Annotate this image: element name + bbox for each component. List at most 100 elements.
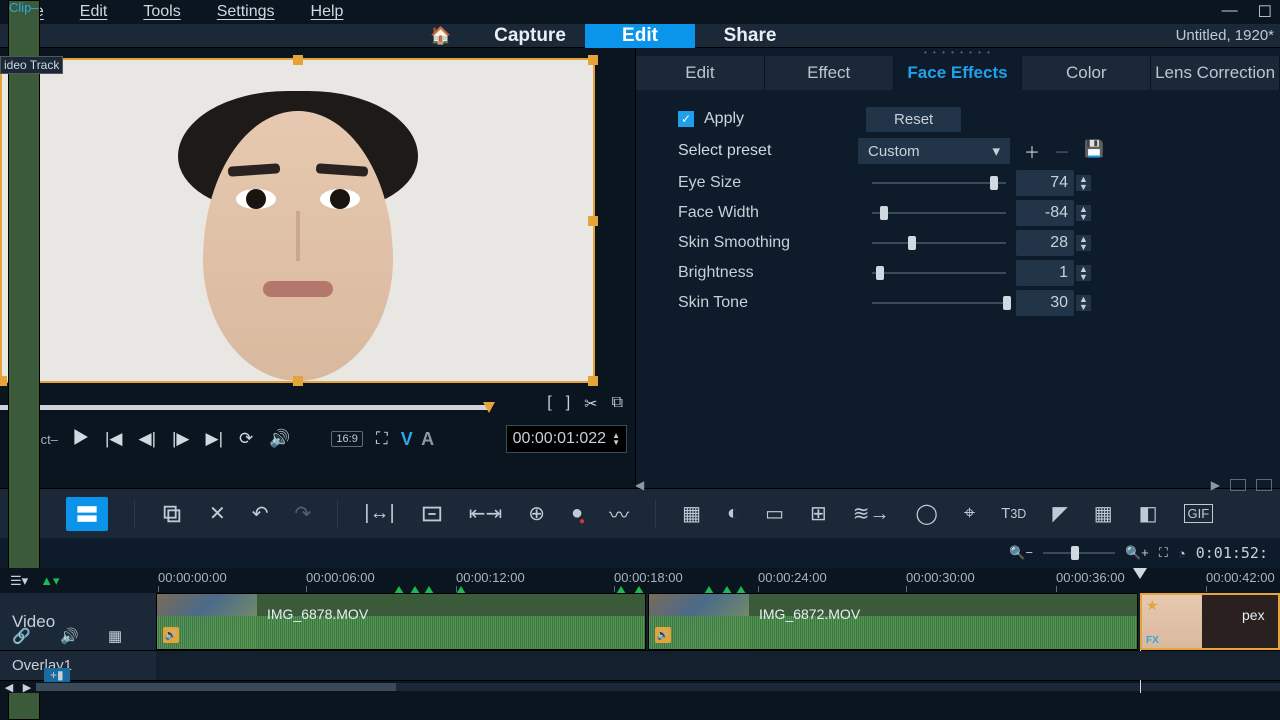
zoom-in-icon[interactable]: 🔍+ (1125, 545, 1149, 561)
menu-help[interactable]: Help (293, 3, 362, 21)
scroll-thumb[interactable] (36, 683, 396, 691)
track-grid-icon[interactable]: ▦ (108, 627, 122, 645)
timeline-clip[interactable]: 🔊 IMG_6872.MOV (648, 593, 1138, 650)
remove-preset-icon[interactable]: － (1054, 139, 1070, 163)
eye-size-value[interactable]: 74 (1016, 170, 1074, 196)
workspace-capture[interactable]: Capture (475, 24, 585, 48)
track-mute-icon[interactable]: 🔊 (60, 627, 79, 645)
tab-effect[interactable]: Effect (765, 56, 894, 90)
tab-face-effects[interactable]: Face Effects (894, 56, 1023, 90)
workspace-edit[interactable]: Edit (585, 24, 695, 48)
link-icon[interactable]: 🔗 (12, 627, 31, 645)
skin-tone-value[interactable]: 30 (1016, 290, 1074, 316)
add-preset-icon[interactable]: ＋ (1024, 139, 1040, 163)
spin-down[interactable]: ▼ (1076, 183, 1091, 191)
menu-tools[interactable]: Tools (125, 3, 198, 21)
ripple-edit-icon[interactable]: |↔| (364, 502, 394, 525)
time-remap-icon[interactable]: ▦ (1094, 501, 1113, 526)
timecode-display[interactable]: 00:00:01:022 ▲▼ (506, 425, 627, 453)
panel-collapse-left[interactable]: ◀ (635, 478, 644, 492)
spin-down[interactable]: ▼ (1076, 213, 1091, 221)
add-track-badge[interactable]: +▮ (44, 668, 70, 682)
panel-layout-b[interactable] (1256, 479, 1272, 491)
timeline-ruler[interactable]: ☰▾ ▲▾ 00:00:00:00 00:00:06:00 00:00:12:0… (0, 568, 1280, 593)
loop-button[interactable]: ⟳ (236, 429, 256, 449)
spin-down[interactable]: ▼ (1076, 273, 1091, 281)
minimize-button[interactable]: — (1222, 2, 1238, 22)
mark-in-icon[interactable]: [ (547, 394, 551, 414)
menu-settings[interactable]: Settings (199, 3, 293, 21)
split-screen-icon[interactable]: ⊞ (810, 501, 827, 526)
tab-lens-correction[interactable]: Lens Correction (1151, 56, 1280, 90)
preview-canvas[interactable] (0, 58, 595, 383)
color-grading-icon[interactable]: ◧ (1139, 501, 1158, 526)
next-frame-button[interactable]: |▶ (169, 429, 193, 449)
timeline-clip[interactable]: ★ FX pex (1140, 593, 1280, 650)
brightness-slider[interactable] (872, 272, 1006, 274)
panel-collapse-right[interactable]: ▶ (1211, 478, 1220, 492)
mark-out-icon[interactable]: ] (566, 394, 570, 414)
pan-zoom-icon[interactable]: ◯ (916, 501, 938, 526)
menu-edit[interactable]: Edit (62, 3, 126, 21)
face-width-slider[interactable] (872, 212, 1006, 214)
scrub-bar[interactable]: [ ] ✂ ⧉ (0, 392, 635, 418)
tc-down[interactable]: ▼ (612, 439, 620, 446)
subtitle-icon[interactable]: ▭ (765, 501, 784, 526)
scrub-head[interactable] (483, 402, 495, 413)
tab-color[interactable]: Color (1022, 56, 1151, 90)
playhead[interactable] (1133, 568, 1147, 579)
resize-handle[interactable] (588, 216, 598, 226)
preset-select[interactable]: Custom▾ (858, 138, 1010, 164)
brightness-value[interactable]: 1 (1016, 260, 1074, 286)
volume-button[interactable]: 🔊 (266, 429, 293, 449)
workspace-share[interactable]: Share (695, 24, 805, 48)
tools-icon[interactable]: ✕ (209, 501, 226, 526)
scroll-left[interactable]: ◀ (0, 681, 18, 694)
snapshot-icon[interactable]: ⧉ (612, 394, 623, 414)
eye-size-slider[interactable] (872, 182, 1006, 184)
skin-smoothing-slider[interactable] (872, 242, 1006, 244)
speed-icon[interactable]: ≋→ (853, 501, 890, 526)
marker-icon[interactable]: ▲▾ (40, 573, 59, 589)
zoom-out-icon[interactable]: 🔍− (1009, 545, 1033, 561)
motion-track-icon[interactable]: ⌖ (964, 502, 975, 525)
slip-icon[interactable]: ⇤⇥ (469, 501, 503, 526)
zoom-slider[interactable] (1043, 552, 1115, 554)
maximize-button[interactable]: ☐ (1258, 2, 1272, 22)
skin-tone-slider[interactable] (872, 302, 1006, 304)
resize-handle[interactable] (588, 55, 598, 65)
audio-mixer-icon[interactable]: 〰 (609, 499, 629, 528)
mask-icon[interactable]: ◐ (727, 502, 739, 525)
resize-handle[interactable] (293, 376, 303, 386)
3d-title-icon[interactable]: T3D (1001, 505, 1026, 522)
save-preset-icon[interactable]: 💾 (1084, 139, 1104, 163)
timeline-view-icon[interactable] (66, 497, 108, 531)
gif-icon[interactable]: GIF (1184, 504, 1214, 523)
record-icon[interactable]: ●● (571, 502, 583, 525)
fit-timeline-icon[interactable]: ⛶ (1159, 545, 1168, 561)
resize-handle[interactable] (0, 376, 7, 386)
scroll-right[interactable]: ▶ (18, 681, 36, 694)
clock-icon[interactable]: ◔ (1178, 546, 1186, 561)
redo-button[interactable]: ↷ (295, 501, 312, 526)
timeline-scrollbar[interactable]: ◀ ▶ (0, 681, 1280, 693)
track-menu-icon[interactable]: ☰▾ (10, 573, 28, 589)
home-icon[interactable]: 🏠 (430, 26, 451, 46)
go-end-button[interactable]: ▶| (203, 429, 227, 449)
play-button[interactable] (68, 428, 92, 451)
timeline-clip[interactable]: 🔊 IMG_6878.MOV (156, 593, 646, 650)
multicam-icon[interactable]: ▦ (682, 501, 701, 526)
face-width-value[interactable]: -84 (1016, 200, 1074, 226)
reset-button[interactable]: Reset (866, 107, 961, 132)
spin-down[interactable]: ▼ (1076, 243, 1091, 251)
apply-checkbox[interactable]: ✓ (678, 111, 694, 127)
chroma-key-icon[interactable]: ◤ (1052, 501, 1067, 526)
fit-project-icon[interactable] (421, 503, 443, 525)
panel-layout-a[interactable] (1230, 479, 1246, 491)
go-start-button[interactable]: |◀ (102, 429, 126, 449)
undo-button[interactable]: ↶ (252, 501, 269, 526)
prev-frame-button[interactable]: ◀| (136, 429, 160, 449)
spin-down[interactable]: ▼ (1076, 303, 1091, 311)
resize-options-button[interactable]: ⛶ (373, 429, 391, 449)
copy-attributes-icon[interactable] (161, 503, 183, 525)
